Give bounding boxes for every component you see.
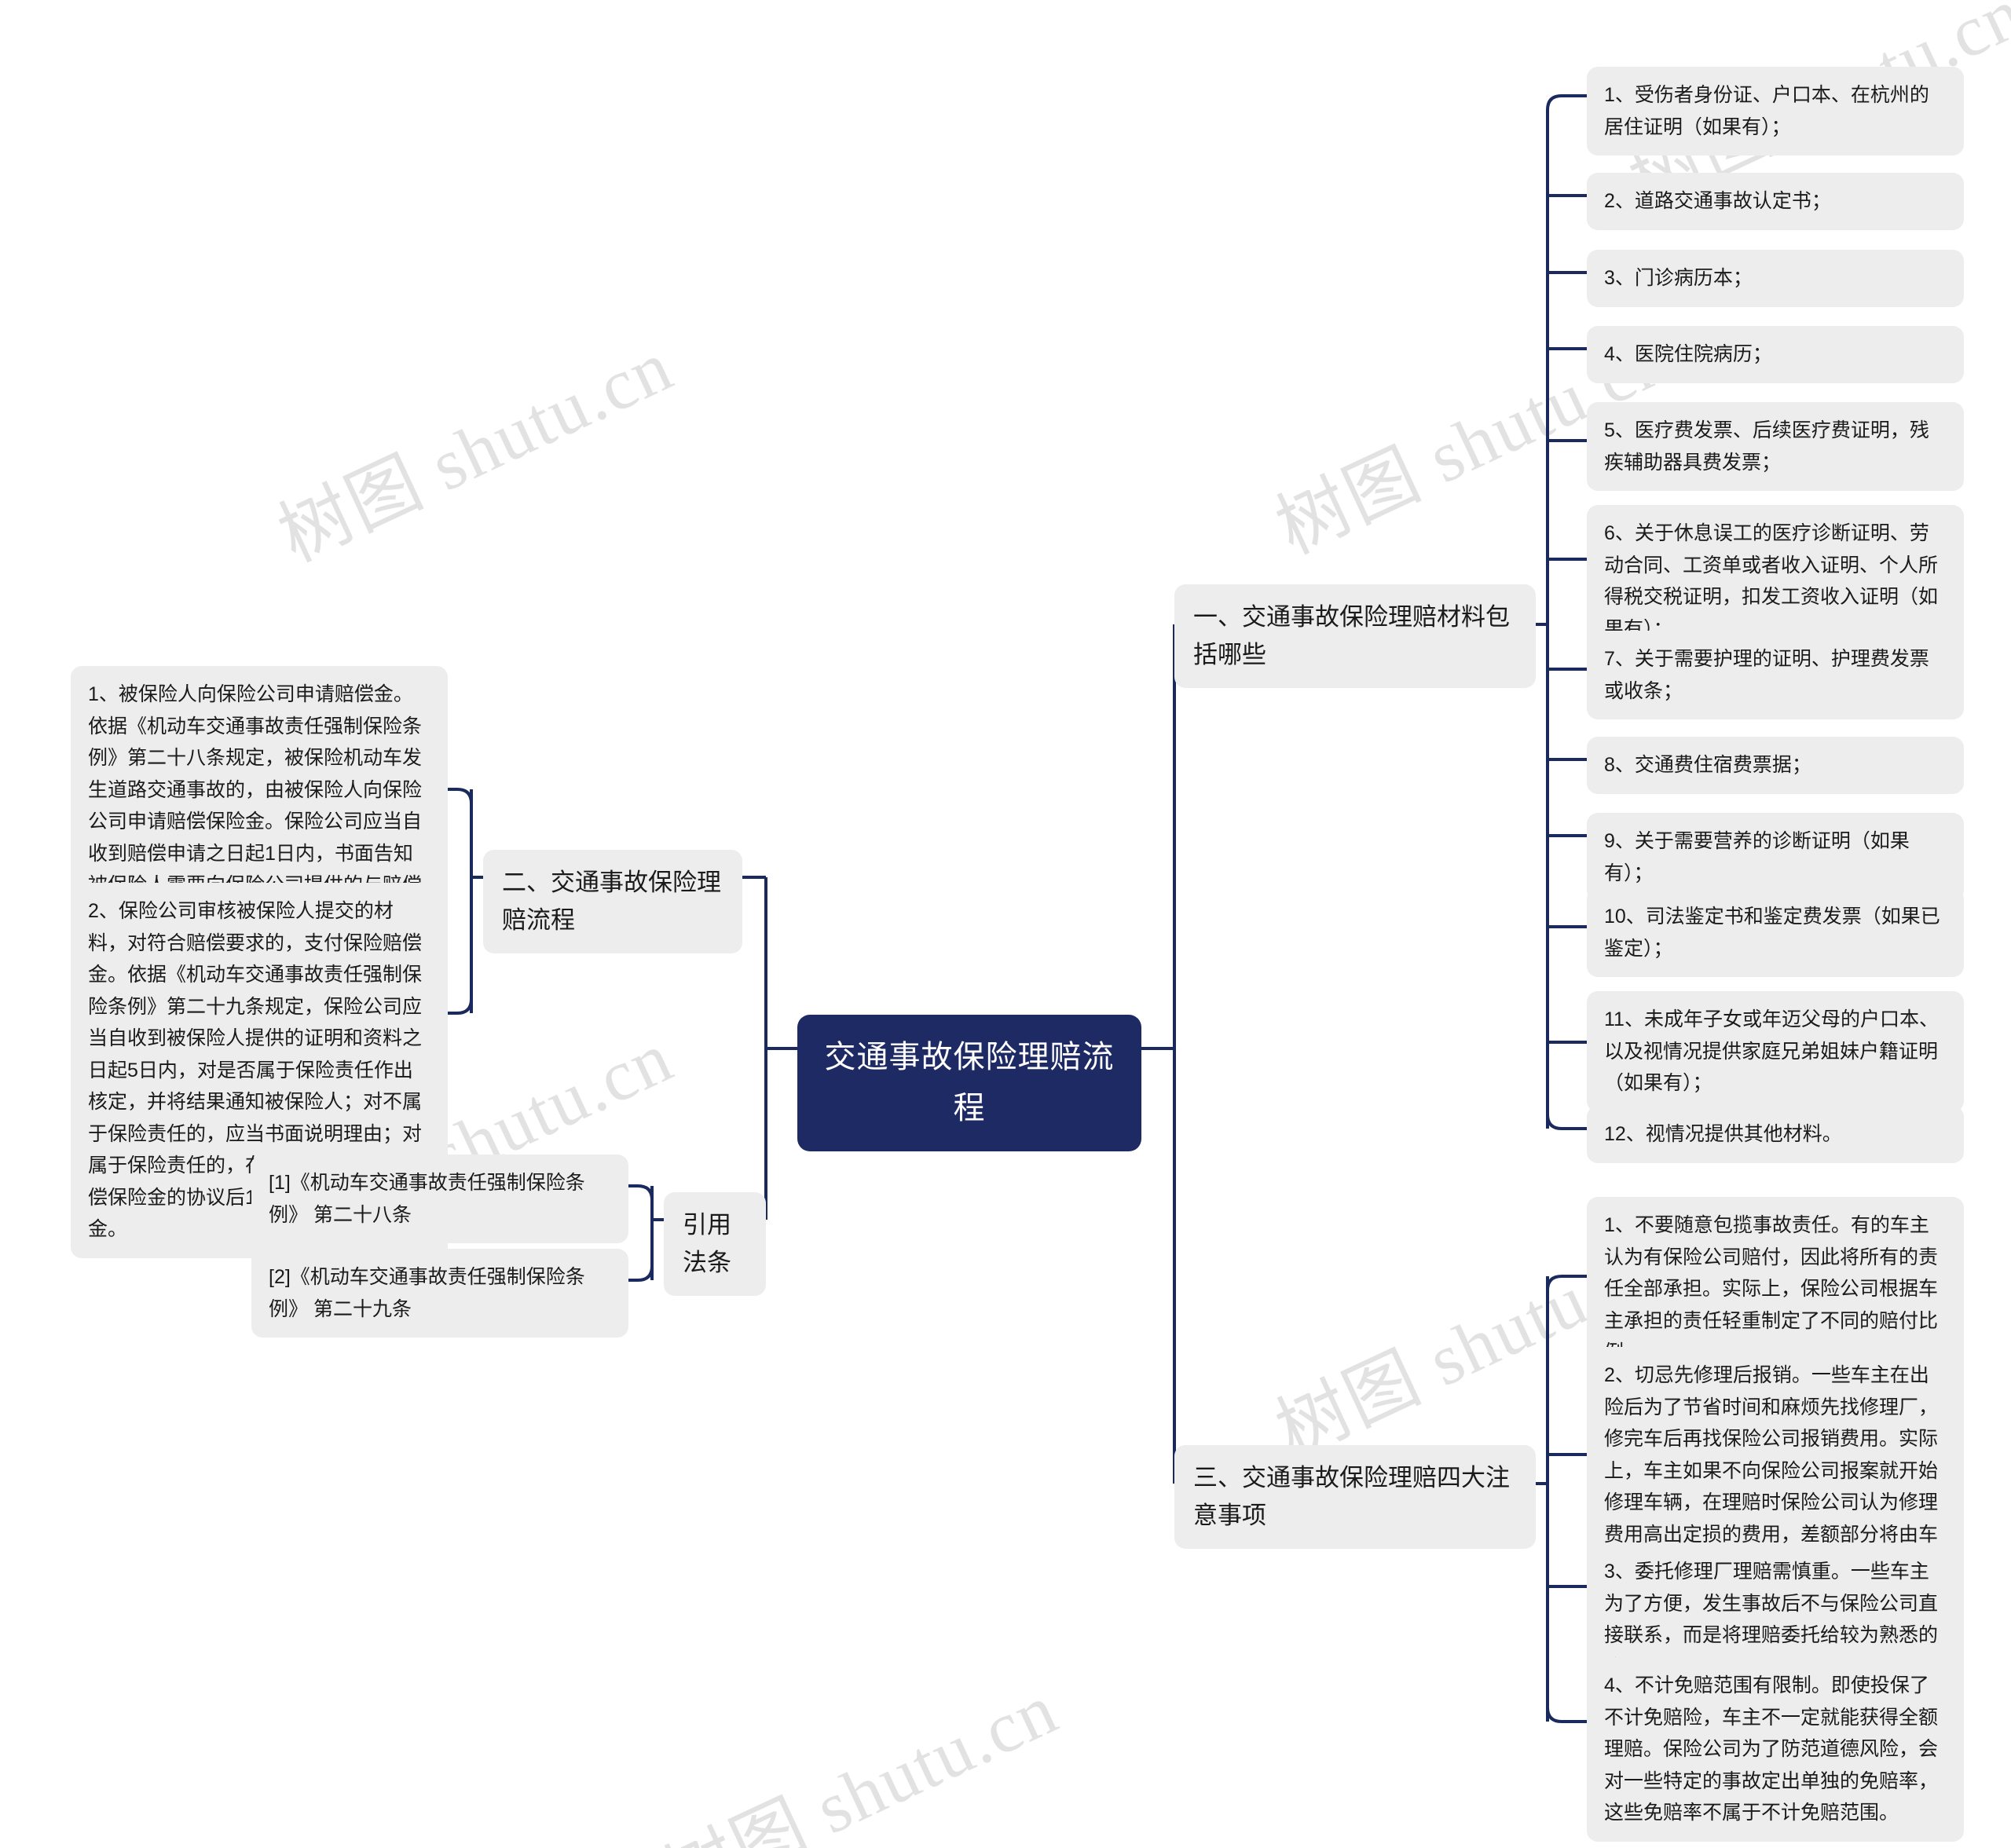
leaf-label: 11、未成年子女或年迈父母的户口本、以及视情况提供家庭兄弟姐妹户籍证明（如果有）…: [1604, 1008, 1939, 1094]
leaf-label: 7、关于需要护理的证明、护理费发票或收条；: [1604, 648, 1929, 702]
leaf-label: 8、交通费住宿费票据；: [1604, 754, 1811, 776]
branch-node-notes[interactable]: 三、交通事故保险理赔四大注意事项: [1174, 1445, 1536, 1550]
leaf-node-material-2[interactable]: 2、道路交通事故认定书；: [1587, 173, 1964, 230]
leaf-label: 12、视情况提供其他材料。: [1604, 1123, 1842, 1145]
leaf-label: [2]《机动车交通事故责任强制保险条例》 第二十九条: [269, 1266, 585, 1320]
branch-node-process[interactable]: 二、交通事故保险理赔流程: [483, 850, 742, 954]
connector-law-2: [628, 1265, 654, 1282]
connector-note-1: [1546, 1275, 1587, 1291]
leaf-node-material-7[interactable]: 7、关于需要护理的证明、护理费发票或收条；: [1587, 631, 1964, 719]
connector-leaf-1: [1546, 94, 1587, 111]
connector-step-2: [444, 998, 473, 1015]
leaf-node-material-5[interactable]: 5、医疗费发票、后续医疗费证明，残疾辅助器具费发票；: [1587, 402, 1964, 491]
branch-node-laws[interactable]: 引用法条: [664, 1192, 766, 1297]
leaf-label: 3、门诊病历本；: [1604, 267, 1753, 289]
branch-label: 二、交通事故保险理赔流程: [502, 869, 721, 935]
leaf-node-material-12[interactable]: 12、视情况提供其他材料。: [1587, 1106, 1964, 1163]
branch-label: 一、交通事故保险理赔材料包括哪些: [1193, 603, 1510, 669]
leaf-label: 4、不计免赔范围有限制。即使投保了不计免赔险，车主不一定就能获得全额理赔。保险公…: [1604, 1674, 1939, 1824]
connector-note-4: [1546, 1707, 1587, 1723]
leaf-label: 5、医疗费发票、后续医疗费证明，残疾辅助器具费发票；: [1604, 419, 1929, 474]
watermark-text: 树图 shutu.cn: [652, 1668, 1070, 1848]
leaf-label: 2、道路交通事故认定书；: [1604, 190, 1831, 212]
leaf-label: 9、关于需要营养的诊断证明（如果有）；: [1604, 830, 1910, 884]
leaf-node-law-2[interactable]: [2]《机动车交通事故责任强制保险条例》 第二十九条: [251, 1249, 628, 1338]
leaf-node-material-8[interactable]: 8、交通费住宿费票据；: [1587, 737, 1964, 794]
leaf-label: 6、关于休息误工的医疗诊断证明、劳动合同、工资单或者收入证明、个人所得税交税证明…: [1604, 522, 1939, 640]
leaf-node-material-10[interactable]: 10、司法鉴定书和鉴定费发票（如果已鉴定）；: [1587, 888, 1964, 977]
connector-law-1: [628, 1184, 654, 1201]
mindmap-canvas: 树图 shutu.cn 树图 shutu.cn 树图 shutu.cn 树图 s…: [0, 0, 2011, 1848]
leaf-label: 1、受伤者身份证、户口本、在杭州的居住证明（如果有）；: [1604, 84, 1929, 138]
leaf-node-material-11[interactable]: 11、未成年子女或年迈父母的户口本、以及视情况提供家庭兄弟姐妹户籍证明（如果有）…: [1587, 991, 1964, 1112]
root-node[interactable]: 交通事故保险理赔流程: [797, 1015, 1141, 1151]
leaf-label: 10、司法鉴定书和鉴定费发票（如果已鉴定）；: [1604, 906, 1940, 960]
branch-label: 三、交通事故保险理赔四大注意事项: [1193, 1464, 1510, 1530]
leaf-label: [1]《机动车交通事故责任强制保险条例》 第二十八条: [269, 1172, 585, 1226]
branch-label: 引用法条: [683, 1211, 731, 1277]
watermark-text: 树图 shutu.cn: [267, 325, 685, 577]
branch-node-materials[interactable]: 一、交通事故保险理赔材料包括哪些: [1174, 584, 1536, 689]
leaf-label: 4、医院住院病历；: [1604, 343, 1772, 365]
leaf-node-law-1[interactable]: [1]《机动车交通事故责任强制保险条例》 第二十八条: [251, 1155, 628, 1243]
leaf-node-material-3[interactable]: 3、门诊病历本；: [1587, 250, 1964, 307]
root-label: 交通事故保险理赔流程: [824, 1040, 1115, 1125]
connector-step-1: [444, 788, 473, 804]
leaf-node-material-4[interactable]: 4、医院住院病历；: [1587, 326, 1964, 383]
connector-leaf-12: [1546, 1114, 1587, 1130]
leaf-node-note-4[interactable]: 4、不计免赔范围有限制。即使投保了不计免赔险，车主不一定就能获得全额理赔。保险公…: [1587, 1657, 1964, 1842]
leaf-label: 1、不要随意包揽事故责任。有的车主认为有保险公司赔付，因此将所有的责任全部承担。…: [1604, 1214, 1939, 1363]
leaf-node-material-1[interactable]: 1、受伤者身份证、户口本、在杭州的居住证明（如果有）；: [1587, 67, 1964, 156]
